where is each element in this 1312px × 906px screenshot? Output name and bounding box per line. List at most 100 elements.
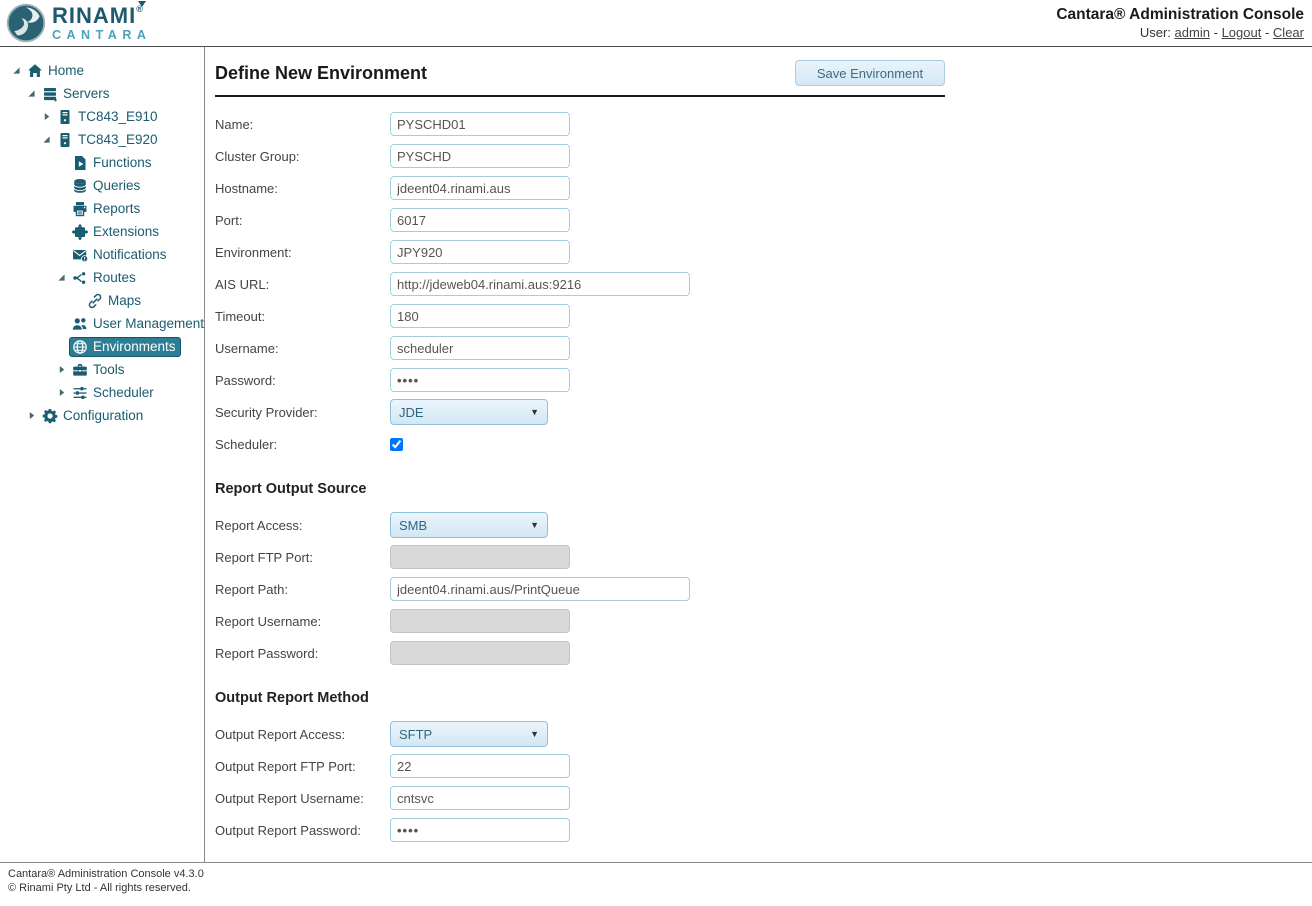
output-report-username-label: Output Report Username: — [215, 791, 390, 806]
tree-node[interactable]: Routes — [69, 268, 141, 288]
collapse-arrow-icon[interactable] — [53, 270, 69, 286]
port-row: Port: — [215, 208, 945, 232]
cluster-group-label: Cluster Group: — [215, 149, 390, 164]
tree-node[interactable]: Reports — [69, 199, 145, 219]
scheduler-checkbox[interactable] — [390, 438, 403, 451]
hostname-label: Hostname: — [215, 181, 390, 196]
tree-node[interactable]: TC843_E920 — [54, 130, 163, 150]
tree-node[interactable]: Queries — [69, 176, 145, 196]
output-report-ftp-port-row: Output Report FTP Port: — [215, 754, 945, 778]
port-input[interactable] — [390, 208, 570, 232]
sidebar-item-tc843-e920[interactable]: TC843_E920 — [0, 128, 204, 151]
collapse-arrow-icon[interactable] — [8, 63, 24, 79]
tree-node-selected[interactable]: Environments — [69, 337, 181, 357]
timeout-input[interactable] — [390, 304, 570, 328]
sidebar-item-reports[interactable]: Reports — [0, 197, 204, 220]
clear-link[interactable]: Clear — [1273, 25, 1304, 40]
page-title: Define New Environment — [215, 63, 427, 84]
arrow-spacer — [53, 201, 69, 217]
sidebar-item-label: Home — [48, 63, 84, 78]
sidebar-item-queries[interactable]: Queries — [0, 174, 204, 197]
tree-node[interactable]: Scheduler — [69, 383, 159, 403]
tree-node[interactable]: Servers — [39, 84, 115, 104]
sidebar-item-servers[interactable]: Servers — [0, 82, 204, 105]
output-report-access-label: Output Report Access: — [215, 727, 390, 742]
output-report-access-select[interactable]: SFTP▼ — [390, 721, 548, 747]
sidebar-item-environments[interactable]: Environments — [0, 335, 204, 358]
sidebar-item-home[interactable]: Home — [0, 59, 204, 82]
sidebar-item-routes[interactable]: Routes — [0, 266, 204, 289]
tree-node[interactable]: Tools — [69, 360, 130, 380]
logout-link[interactable]: Logout — [1222, 25, 1262, 40]
environment-form: Name:Cluster Group:Hostname:Port:Environ… — [215, 112, 945, 842]
collapse-arrow-icon[interactable] — [23, 86, 39, 102]
sidebar-item-label: Extensions — [93, 224, 159, 239]
report-path-input[interactable] — [390, 577, 690, 601]
output-report-password-input[interactable] — [390, 818, 570, 842]
tree-node[interactable]: Functions — [69, 153, 157, 173]
sidebar-item-tc843-e910[interactable]: TC843_E910 — [0, 105, 204, 128]
dropdown-caret-icon: ▼ — [530, 729, 539, 739]
sidebar-item-tools[interactable]: Tools — [0, 358, 204, 381]
collapse-arrow-icon[interactable] — [38, 132, 54, 148]
sidebar-item-user-management[interactable]: User Management — [0, 312, 204, 335]
sidebar-item-notifications[interactable]: Notifications — [0, 243, 204, 266]
sidebar-item-label: Environments — [93, 339, 176, 354]
password-row: Password: — [215, 368, 945, 392]
report-ftp-port-input — [390, 545, 570, 569]
port-label: Port: — [215, 213, 390, 228]
sidebar-item-functions[interactable]: Functions — [0, 151, 204, 174]
toolbox-icon — [72, 362, 89, 378]
tree-node[interactable]: Maps — [84, 291, 146, 311]
sidebar-item-label: Tools — [93, 362, 125, 377]
brand-logo-block[interactable]: RINAMI® CANTARA — [6, 3, 151, 43]
name-input[interactable] — [390, 112, 570, 136]
password-input[interactable] — [390, 368, 570, 392]
report-access-row: Report Access:SMB▼ — [215, 513, 945, 537]
tree-node[interactable]: Extensions — [69, 222, 164, 242]
queries-icon — [72, 178, 89, 194]
scheduler-row: Scheduler: — [215, 432, 945, 456]
sidebar-item-scheduler[interactable]: Scheduler — [0, 381, 204, 404]
report-path-row: Report Path: — [215, 577, 945, 601]
tree-node[interactable]: TC843_E910 — [54, 107, 163, 127]
globe-icon — [72, 339, 89, 355]
top-header: RINAMI® CANTARA Cantara® Administration … — [0, 0, 1312, 47]
user-profile-link[interactable]: admin — [1175, 25, 1210, 40]
security-provider-row: Security Provider:JDE▼ — [215, 400, 945, 424]
arrow-spacer — [53, 155, 69, 171]
expand-arrow-icon[interactable] — [38, 109, 54, 125]
tree-node[interactable]: Home — [24, 61, 89, 81]
report-access-select[interactable]: SMB▼ — [390, 512, 548, 538]
save-environment-button[interactable]: Save Environment — [795, 60, 945, 86]
sidebar-item-label: Configuration — [63, 408, 143, 423]
output-report-username-input[interactable] — [390, 786, 570, 810]
cluster-group-input[interactable] — [390, 144, 570, 168]
tree-node[interactable]: Configuration — [39, 406, 148, 426]
brand-subname: CANTARA — [52, 29, 151, 42]
sidebar-item-configuration[interactable]: Configuration — [0, 404, 204, 427]
security-provider-select[interactable]: JDE▼ — [390, 399, 548, 425]
scheduler-label: Scheduler: — [215, 437, 390, 452]
dropdown-caret-icon: ▼ — [530, 407, 539, 417]
hostname-input[interactable] — [390, 176, 570, 200]
users-icon — [72, 316, 89, 332]
navigation-tree: Home Servers TC843_E910 TC843_E920 Functions… — [0, 47, 205, 862]
output-report-ftp-port-input[interactable] — [390, 754, 570, 778]
expand-arrow-icon[interactable] — [53, 362, 69, 378]
sidebar-item-maps[interactable]: Maps — [0, 289, 204, 312]
sidebar-item-label: Queries — [93, 178, 140, 193]
sidebar-item-label: Maps — [108, 293, 141, 308]
username-input[interactable] — [390, 336, 570, 360]
environment-input[interactable] — [390, 240, 570, 264]
tree-node[interactable]: User Management — [69, 314, 205, 334]
expand-arrow-icon[interactable] — [53, 385, 69, 401]
expand-arrow-icon[interactable] — [23, 408, 39, 424]
ais-url-input[interactable] — [390, 272, 690, 296]
sidebar-item-extensions[interactable]: Extensions — [0, 220, 204, 243]
brand-name: RINAMI® — [52, 5, 151, 27]
ais-url-label: AIS URL: — [215, 277, 390, 292]
arrow-spacer — [53, 339, 69, 355]
tree-node[interactable]: Notifications — [69, 245, 172, 265]
security-provider-label: Security Provider: — [215, 405, 390, 420]
